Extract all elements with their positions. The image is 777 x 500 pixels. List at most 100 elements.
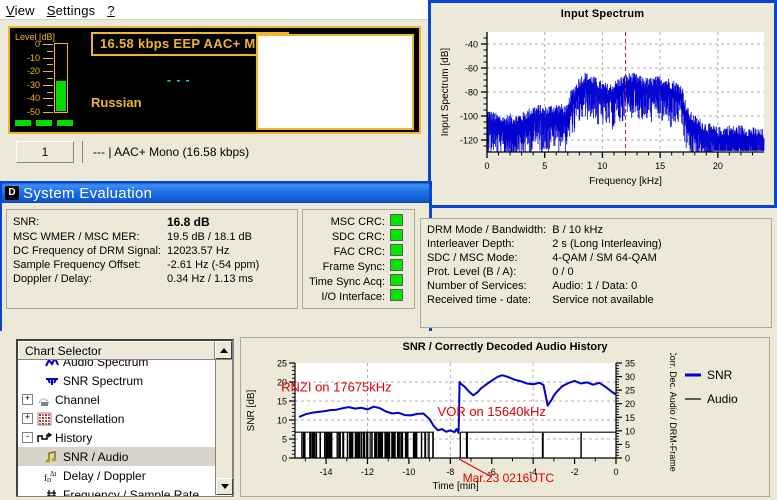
frequency-sample-rate-icon bbox=[47, 489, 56, 496]
chart-selector-tree[interactable]: Audio Spectrum SNR Spectrum + Channel + Const… bbox=[18, 360, 232, 496]
audio-spectrum-icon bbox=[45, 360, 59, 366]
x-tick-label: -8 bbox=[446, 467, 454, 477]
level-tick-major bbox=[43, 44, 53, 45]
history-chart-svg: 051015202505101520253035-14 -12 -10 -8 -6 -4-… bbox=[246, 349, 738, 492]
chart-selector-item-snr-spectrum[interactable]: SNR Spectrum bbox=[18, 371, 232, 390]
expand-icon[interactable]: + bbox=[22, 394, 33, 405]
collapse-icon[interactable]: - bbox=[22, 432, 33, 443]
level-tick-label: -40 bbox=[26, 93, 40, 104]
y-tick-label-right: 25 bbox=[625, 386, 635, 396]
y-axis-label-right: Corr. Dec. Audio / DRM-Frame bbox=[668, 353, 678, 472]
metric-row: Number of Services: Audio: 1 / Data: 0 bbox=[427, 279, 752, 293]
audio-dropout bbox=[369, 432, 371, 458]
chart-selector-item-label: Audio Spectrum bbox=[63, 360, 149, 369]
chart-selector-item-channel[interactable]: + Channel bbox=[18, 390, 232, 409]
audio-dropout bbox=[427, 432, 429, 458]
service-language: Russian bbox=[91, 95, 142, 110]
y-tick-label-left: 10 bbox=[277, 416, 287, 426]
x-axis-label: Frequency [kHz] bbox=[589, 176, 662, 187]
service-number[interactable]: 1 bbox=[16, 141, 74, 163]
chart-selector-item-snr-audio[interactable]: SNR / Audio bbox=[18, 447, 232, 466]
audio-dropout bbox=[330, 432, 333, 458]
menu-item-view[interactable]: View bbox=[6, 3, 35, 18]
metric-label: Interleaver Depth: bbox=[427, 238, 515, 250]
audio-dropout bbox=[342, 432, 345, 458]
metric-value: Service not available bbox=[552, 294, 654, 306]
svg-text:D: D bbox=[47, 478, 52, 483]
metric-value: 0 / 0 bbox=[552, 266, 574, 278]
status-badge-cell bbox=[390, 229, 404, 244]
audio-dropout bbox=[580, 432, 582, 458]
audio-dropout bbox=[337, 432, 339, 458]
chart-selector-item-delay-doppler[interactable]: f D Δt Delay / Doppler bbox=[18, 466, 232, 485]
chart-selector-panel: Chart Selector Audio Spectrum SNR Spectru… bbox=[16, 339, 234, 497]
audio-dropout bbox=[323, 432, 325, 458]
chart-selector-header: Chart Selector bbox=[18, 341, 232, 360]
led-indicator-3 bbox=[57, 120, 73, 126]
audio-dropout bbox=[303, 432, 306, 458]
metric-label: Prot. Level (B / A): bbox=[427, 266, 517, 278]
audio-dropout bbox=[350, 432, 353, 458]
x-tick-label: 5 bbox=[542, 161, 547, 171]
system-evaluation-body: SNR: 16.8 dB MSC WMER / MSC MER: 19.5 dB / … bbox=[2, 203, 429, 315]
audio-dropout bbox=[366, 432, 369, 458]
audio-dropout bbox=[346, 432, 349, 458]
metric-value: -2.61 Hz (-54 ppm) bbox=[166, 259, 260, 271]
menu-item-help[interactable]: ? bbox=[107, 3, 114, 18]
chart-selector-item-constellation[interactable]: + Constellation bbox=[18, 409, 232, 428]
input-spectrum-title: Input Spectrum bbox=[560, 8, 645, 20]
level-tick-minor bbox=[47, 50, 53, 52]
scroll-down-button[interactable] bbox=[216, 478, 233, 495]
audio-dropout bbox=[355, 432, 357, 458]
metric-row: SNR: 16.8 dB bbox=[13, 214, 291, 230]
metric-row: SDC / MSC Mode: 4-QAM / SM 64-QAM bbox=[427, 251, 752, 265]
level-tick-minor bbox=[47, 64, 53, 66]
y-tick-label-left: 5 bbox=[282, 435, 287, 445]
level-tick-label: -10 bbox=[26, 52, 40, 63]
level-tick-minor bbox=[47, 78, 53, 79]
chart-legend: SNR Audio bbox=[685, 368, 738, 406]
metric-label: Doppler / Delay: bbox=[13, 273, 92, 285]
audio-dropout bbox=[465, 432, 468, 458]
chart-selector-item-label: History bbox=[55, 430, 93, 445]
chart-selector-item-label: SNR Spectrum bbox=[63, 373, 144, 388]
audio-dropout bbox=[541, 432, 544, 458]
metric-label: SDC / MSC Mode: bbox=[427, 252, 518, 264]
audio-dropout bbox=[399, 432, 401, 458]
y-tick-label-right: 35 bbox=[625, 359, 635, 369]
service-selector-bar[interactable]: 1 --- | AAC+ Mono (16.58 kbps) bbox=[16, 141, 413, 163]
chart-selector-item-history[interactable]: - History bbox=[18, 428, 232, 447]
chart-selector-item-label: Frequency / Sample Rate bbox=[63, 487, 200, 497]
status-row: I/O Interface: bbox=[309, 289, 404, 304]
chart-selector-item-audio-spectrum[interactable]: Audio Spectrum bbox=[18, 360, 232, 371]
level-tick-label: -50 bbox=[26, 107, 40, 117]
x-tick-label: 10 bbox=[597, 161, 607, 171]
metric-label: DRM Mode / Bandwidth: bbox=[427, 224, 547, 236]
black-status-display: Level [dB] 0-10-20-30-40-50 16.58 k bbox=[8, 26, 421, 134]
status-label: SDC CRC: bbox=[331, 230, 386, 243]
snr-spectrum-icon bbox=[46, 377, 58, 385]
y-tick-label-left: 15 bbox=[277, 397, 287, 407]
scroll-up-button[interactable] bbox=[215, 341, 232, 359]
audio-dropout bbox=[401, 432, 404, 458]
metric-value: 16.8 dB bbox=[166, 215, 210, 229]
led-indicator-1 bbox=[15, 120, 31, 126]
x-tick-label: -2 bbox=[571, 467, 579, 477]
metric-row: DC Frequency of DRM Signal: 12023.57 Hz bbox=[13, 244, 291, 258]
expand-icon[interactable]: + bbox=[22, 413, 33, 424]
x-tick-label: -10 bbox=[402, 467, 415, 477]
signal-metrics-table: SNR: 16.8 dB MSC WMER / MSC MER: 19.5 dB / … bbox=[13, 214, 291, 286]
annotation-timestamp: Mar.23 0216UTC bbox=[463, 471, 555, 485]
audio-dropout bbox=[370, 432, 372, 458]
menu-item-settings[interactable]: Settings bbox=[47, 3, 96, 18]
y-tick-label: -80 bbox=[465, 88, 478, 98]
chart-selector-scrollbar[interactable] bbox=[215, 360, 233, 495]
status-indicators-table: MSC CRC: SDC CRC: FAC CRC: Frame Sync: Time … bbox=[309, 214, 404, 304]
input-spectrum-svg: -40 -60 -80 -100 -120 0 5 10 15 20 Frequency [kHz]… bbox=[440, 32, 765, 187]
audio-dropout bbox=[459, 432, 461, 458]
chart-selector-item-frequency-sample-rate[interactable]: Frequency / Sample Rate bbox=[18, 485, 232, 496]
audio-dropout bbox=[420, 432, 423, 458]
metric-value: 0.34 Hz / 1.13 ms bbox=[166, 273, 254, 285]
level-tick-major bbox=[43, 112, 53, 113]
svg-text:Δt: Δt bbox=[50, 470, 57, 478]
